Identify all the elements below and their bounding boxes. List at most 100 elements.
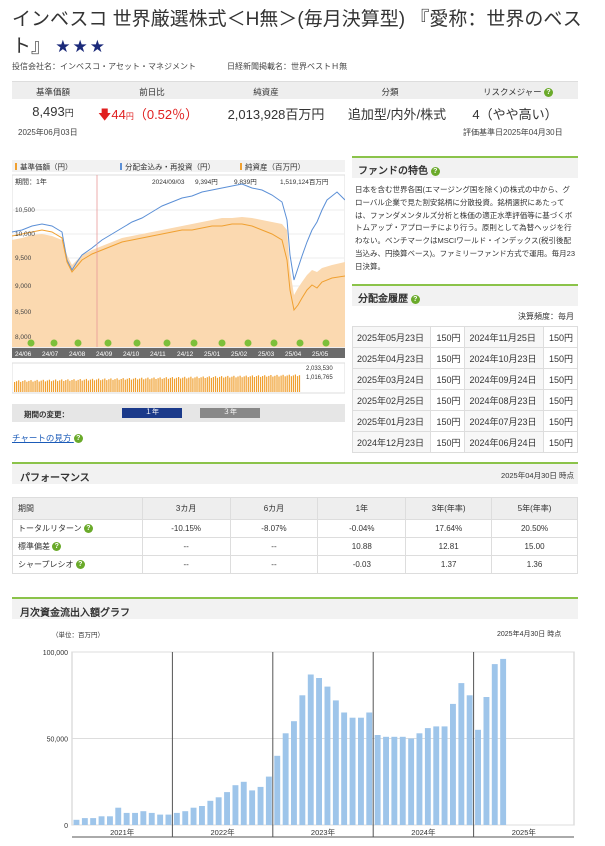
volume-bar	[180, 378, 182, 392]
flow-bar	[140, 811, 147, 825]
performance-column-header: 3カ月	[141, 497, 231, 520]
risk-value: 4（やや高い）	[472, 107, 558, 122]
risk-date: 評価基準日2025年04月30日	[463, 128, 563, 137]
help-icon[interactable]: ?	[73, 434, 83, 444]
volume-bar	[44, 381, 46, 392]
dividend-amount: 150円	[430, 431, 466, 453]
nav-date: 2025年06月03日	[18, 128, 78, 137]
help-icon[interactable]: ?	[430, 166, 440, 176]
volume-max: 2,033,530	[306, 366, 333, 372]
volume-bar	[294, 374, 296, 392]
volume-bar	[61, 379, 63, 392]
nikkei-name: 日経新聞掲載名：世界ベストＨ無	[227, 62, 348, 71]
volume-bar	[264, 375, 266, 392]
dividend-marker	[27, 339, 35, 347]
flow-bar	[399, 736, 406, 825]
volume-bar	[139, 378, 141, 392]
performance-value: 15.00	[491, 537, 578, 556]
volume-bar	[130, 379, 132, 392]
volume-bar	[159, 377, 161, 392]
volume-bar	[87, 380, 89, 392]
flow-bar	[265, 776, 272, 825]
volume-bar	[221, 376, 223, 392]
volume-bar	[253, 377, 255, 392]
x-label: 24/12	[177, 351, 194, 358]
y-label: 9,000	[15, 283, 32, 290]
flow-y-tick: 50,000	[47, 737, 69, 744]
volume-bar	[235, 377, 237, 392]
performance-title: パフォーマンス	[20, 473, 90, 484]
performance-value: -0.03	[317, 555, 407, 574]
flow-unit: （単位：百万円）	[52, 632, 104, 639]
volume-bar	[247, 377, 249, 392]
volume-bar	[81, 380, 83, 392]
volume-bar	[251, 375, 253, 392]
volume-bar	[147, 377, 149, 392]
help-icon[interactable]: ?	[52, 542, 62, 552]
price-chart[interactable]: 基準価額（円） 分配金込み・再投資（円） 純資産（百万円） 期間：1年 2024…	[11, 160, 346, 396]
volume-bar	[274, 375, 276, 392]
cursor-nav: 9,394円	[195, 178, 218, 186]
volume-bar	[22, 381, 24, 392]
volume-bar	[276, 374, 278, 392]
volume-bar	[151, 378, 153, 392]
price-chart-svg[interactable]: 基準価額（円） 分配金込み・再投資（円） 純資産（百万円） 期間：1年 2024…	[11, 160, 346, 396]
volume-bar	[284, 376, 286, 392]
volume-bar	[91, 378, 94, 392]
flow-y-tick: 0	[64, 823, 68, 830]
volume-bar	[143, 379, 145, 392]
dividend-date: 2024年11月25日	[464, 326, 544, 348]
volume-bar	[65, 380, 67, 392]
flow-year-label: 2021年	[110, 827, 135, 837]
volume-bar	[100, 380, 102, 392]
volume-bar	[63, 381, 65, 392]
x-label: 25/02	[231, 351, 248, 358]
volume-bar	[270, 375, 272, 392]
flow-date: 2025年4月30日 時点	[497, 631, 562, 638]
flow-bar	[391, 736, 398, 825]
volume-bar	[245, 375, 247, 392]
flow-bar	[358, 717, 364, 825]
flow-bar	[107, 816, 113, 825]
volume-bar	[229, 377, 231, 392]
volume-bar	[288, 374, 290, 392]
dividend-date: 2025年02月25日	[351, 389, 432, 411]
dividend-marker	[50, 339, 58, 347]
x-label: 24/07	[42, 351, 59, 358]
flow-bar	[500, 658, 507, 825]
help-icon[interactable]: ?	[83, 524, 93, 534]
volume-bar	[126, 378, 128, 392]
flow-bar	[383, 736, 389, 825]
volume-bar	[296, 376, 299, 392]
flow-bar	[115, 807, 122, 825]
flow-title: 月次資金流出入額グラフ	[20, 608, 130, 619]
volume-bar	[219, 376, 221, 392]
help-icon[interactable]: ?	[410, 294, 420, 304]
volume-bar	[227, 375, 229, 392]
performance-column-header: 3年(年率)	[405, 497, 493, 520]
performance-value: 1.36	[491, 555, 578, 574]
chart-howto-link[interactable]: チャートの見方 ?	[12, 432, 83, 444]
header-assets: 純資産	[253, 87, 279, 97]
volume-bar	[188, 377, 190, 392]
header-risk: リスクメジャー ?	[468, 86, 568, 98]
x-label: 25/05	[312, 351, 329, 358]
x-label: 24/06	[15, 351, 32, 358]
flow-bar	[90, 818, 97, 825]
dividend-marker	[244, 339, 252, 347]
period-3y-button[interactable]: ３年	[200, 408, 260, 418]
volume-bar	[208, 376, 210, 392]
volume-bar	[233, 375, 235, 392]
flow-bar	[173, 812, 180, 825]
help-icon[interactable]: ?	[544, 88, 554, 98]
volume-bar	[79, 379, 81, 392]
dividend-date: 2024年08月23日	[464, 389, 544, 411]
volume-bar	[241, 377, 243, 392]
period-1y-button[interactable]: １年	[122, 408, 182, 418]
flow-bar	[182, 811, 189, 825]
help-icon[interactable]: ?	[75, 560, 85, 570]
y-label: 10,500	[15, 207, 35, 214]
volume-bar	[102, 379, 104, 392]
flow-bar	[249, 790, 256, 825]
flow-bar	[349, 717, 356, 825]
